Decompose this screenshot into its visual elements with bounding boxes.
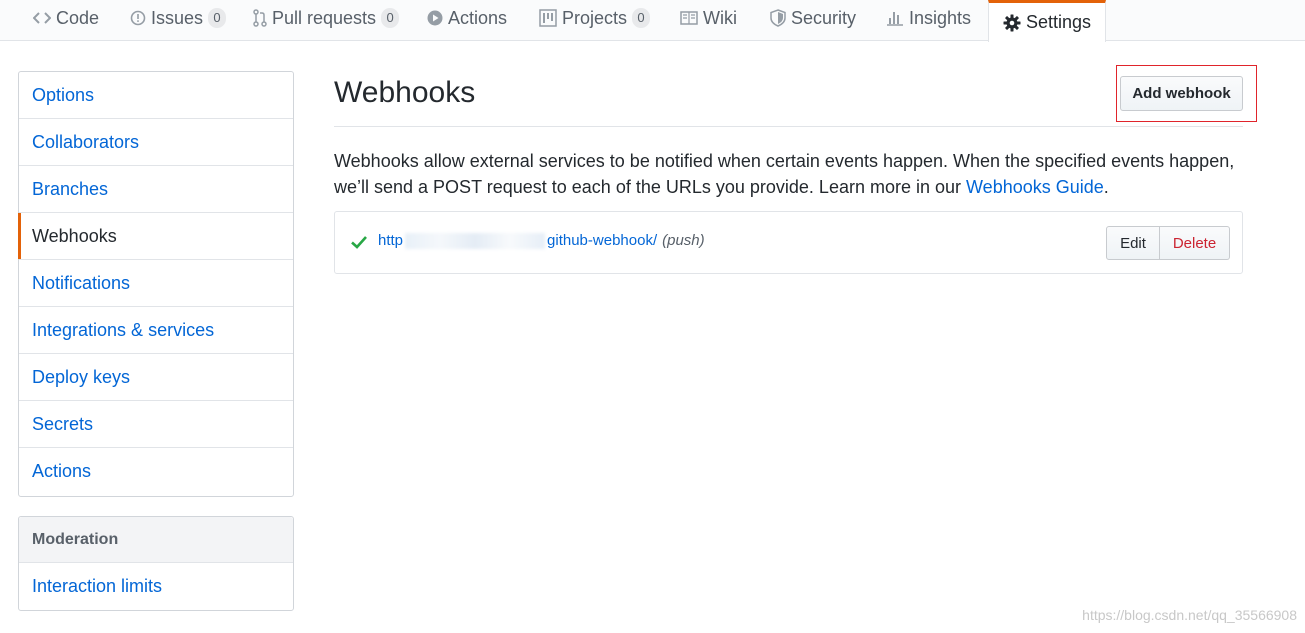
webhook-item: http github-webhook/(push) Edit Delete (334, 211, 1243, 274)
tab-issues-label: Issues (151, 7, 204, 28)
edit-button[interactable]: Edit (1106, 226, 1160, 260)
webhook-events: (push) (662, 232, 705, 249)
project-icon (539, 9, 557, 27)
issue-icon (130, 10, 146, 26)
webhooks-guide-link[interactable]: Webhooks Guide (966, 177, 1104, 197)
page-title: Webhooks (334, 76, 476, 109)
sidebar-item-secrets[interactable]: Secrets (19, 401, 293, 448)
sidebar-item-collaborators[interactable]: Collaborators (19, 119, 293, 166)
tab-wiki-label: Wiki (703, 7, 737, 28)
tab-pull-requests[interactable]: Pull requests 0 (253, 0, 400, 36)
sidebar-item-deploy-keys[interactable]: Deploy keys (19, 354, 293, 401)
sidebar-item-options[interactable]: Options (19, 72, 293, 119)
moderation-menu: Moderation Interaction limits (18, 516, 294, 611)
settings-menu: Options Collaborators Branches Webhooks … (18, 71, 294, 497)
tab-code[interactable]: Code (33, 0, 99, 36)
webhook-url-link[interactable]: http github-webhook/(push) (378, 232, 705, 250)
check-icon (350, 233, 368, 251)
webhook-actions: Edit Delete (1106, 226, 1230, 260)
tab-code-label: Code (56, 7, 100, 28)
repo-nav: Code Issues 0 Pull requests 0 Actions Pr… (0, 0, 1305, 42)
sidebar-item-webhooks[interactable]: Webhooks (18, 213, 293, 260)
sidebar-item-actions[interactable]: Actions (19, 448, 293, 495)
pull-request-icon (253, 9, 267, 27)
watermark-text: https://blog.csdn.net/qq_35566908 (1082, 607, 1297, 623)
play-icon (427, 10, 443, 26)
tab-security[interactable]: Security (770, 0, 856, 36)
tab-projects[interactable]: Projects 0 (539, 0, 651, 36)
tab-insights-label: Insights (909, 7, 972, 28)
tab-insights[interactable]: Insights (886, 0, 971, 36)
sidebar-item-integrations[interactable]: Integrations & services (19, 307, 293, 354)
projects-counter: 0 (632, 8, 651, 28)
tab-settings-label: Settings (1026, 12, 1092, 32)
tab-actions-label: Actions (448, 7, 508, 28)
webhook-url-start: http (378, 232, 404, 249)
tab-actions[interactable]: Actions (427, 0, 507, 36)
book-icon (680, 11, 698, 25)
graph-icon (886, 10, 904, 26)
tab-projects-label: Projects (562, 7, 628, 28)
description-end: . (1103, 177, 1109, 197)
tab-security-label: Security (791, 7, 857, 28)
sidebar-item-branches[interactable]: Branches (19, 166, 293, 213)
shield-icon (770, 9, 786, 27)
moderation-heading: Moderation (19, 517, 293, 563)
tab-pull-requests-label: Pull requests (272, 7, 377, 28)
webhooks-description: Webhooks allow external services to be n… (334, 148, 1249, 200)
sidebar-item-notifications[interactable]: Notifications (19, 260, 293, 307)
subhead: Webhooks (334, 66, 1243, 127)
tab-issues[interactable]: Issues 0 (130, 0, 227, 36)
sidebar-item-interaction-limits[interactable]: Interaction limits (19, 563, 293, 610)
pull-requests-counter: 0 (381, 8, 400, 28)
issues-counter: 0 (208, 8, 227, 28)
tab-wiki[interactable]: Wiki (680, 0, 737, 36)
add-webhook-button[interactable]: Add webhook (1120, 76, 1243, 111)
webhook-url-end: github-webhook/ (547, 232, 658, 249)
tab-settings[interactable]: Settings (988, 0, 1107, 42)
code-icon (33, 11, 51, 25)
redacted-url-segment (405, 233, 546, 250)
delete-button[interactable]: Delete (1160, 226, 1230, 260)
gear-icon (1003, 14, 1021, 32)
